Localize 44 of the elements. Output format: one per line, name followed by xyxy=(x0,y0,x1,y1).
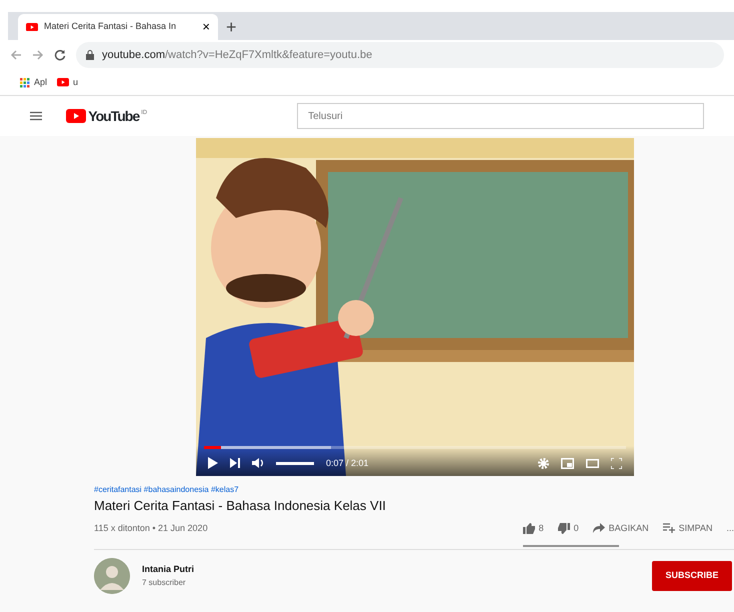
subscribe-button[interactable]: SUBSCRIBE xyxy=(652,561,732,591)
bookmark[interactable]: u xyxy=(57,76,78,90)
time-display: 0:07 / 2:01 xyxy=(326,456,369,470)
like-button[interactable]: 8 xyxy=(522,522,544,535)
thumbs-down-icon xyxy=(558,522,570,534)
new-tab-button[interactable]: + xyxy=(226,14,237,40)
youtube-icon xyxy=(57,78,70,87)
lock-icon xyxy=(86,50,94,60)
reload-icon[interactable] xyxy=(54,49,66,61)
youtube-icon xyxy=(26,22,38,32)
youtube-logo[interactable]: YouTube$^{ID}$ xyxy=(66,106,148,126)
bookmark[interactable]: Apl xyxy=(20,76,48,90)
settings-icon[interactable] xyxy=(538,458,549,469)
view-count: 115 x ditonton • 21 Jun 2020 xyxy=(94,522,208,534)
add-to-playlist-icon xyxy=(662,523,675,534)
volume-slider[interactable] xyxy=(276,462,314,465)
thumbs-up-icon xyxy=(522,522,535,534)
subscriber-count: 7 subscriber xyxy=(142,576,187,589)
menu-icon[interactable] xyxy=(30,111,42,121)
url-text: youtube.com/watch?v=HeZqF7Xmltk&feature=youtu.be xyxy=(102,48,372,63)
progress-bar[interactable] xyxy=(204,446,626,449)
back-icon[interactable] xyxy=(10,49,22,61)
video-title: Materi Cerita Fantasi - Bahasa Indonesia Kelas VII xyxy=(94,497,387,515)
browser-tab[interactable]: Materi Cerita Fantasi - Bahasa In × xyxy=(18,14,218,40)
dislike-button[interactable]: 0 xyxy=(558,522,579,535)
address-bar[interactable]: youtube.com/watch?v=HeZqF7Xmltk&feature=youtu.be xyxy=(76,42,724,68)
search-field[interactable]: Telusuri xyxy=(297,103,704,129)
share-arrow-icon xyxy=(592,523,605,534)
channel-avatar[interactable] xyxy=(94,558,130,594)
share-button[interactable]: BAGIKAN xyxy=(592,522,649,535)
close-tab-button[interactable]: × xyxy=(202,17,210,37)
channel-name[interactable]: Intania Putri xyxy=(142,563,194,577)
miniplayer-icon[interactable] xyxy=(561,458,574,469)
volume-icon[interactable] xyxy=(252,457,264,470)
more-button[interactable]: ... xyxy=(726,522,734,535)
fullscreen-icon[interactable] xyxy=(611,458,622,469)
forward-icon[interactable] xyxy=(32,49,44,61)
play-icon[interactable] xyxy=(208,457,218,470)
save-button[interactable]: SIMPAN xyxy=(662,522,712,535)
youtube-icon xyxy=(66,109,86,123)
apps-grid-icon xyxy=(20,78,30,88)
next-icon[interactable] xyxy=(230,458,240,468)
theater-mode-icon[interactable] xyxy=(586,458,599,468)
hashtags-link[interactable]: #ceritafantasi #bahasaindonesia #kelas7 xyxy=(94,484,734,496)
